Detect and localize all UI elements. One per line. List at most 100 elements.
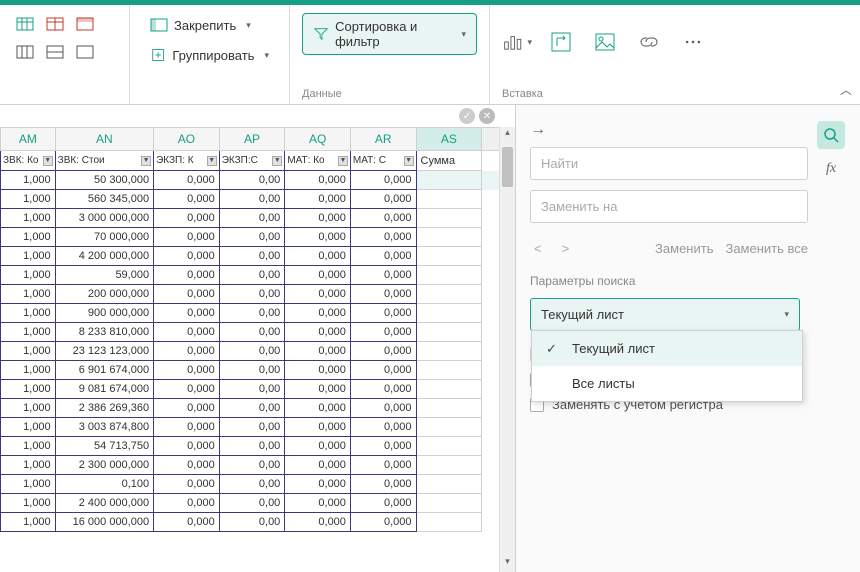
cell[interactable]: 0,000 <box>285 418 351 437</box>
cell[interactable]: 0,000 <box>154 247 220 266</box>
cell[interactable]: 1,000 <box>1 494 56 513</box>
cell[interactable]: 0,000 <box>154 171 220 190</box>
cell[interactable]: 0,000 <box>154 380 220 399</box>
ribbon-collapse-button[interactable]: ︿ <box>840 81 852 98</box>
cell[interactable]: 0,000 <box>154 190 220 209</box>
cell[interactable]: 0,100 <box>55 475 153 494</box>
cell[interactable]: 1,000 <box>1 342 56 361</box>
cell[interactable]: 0,000 <box>350 304 416 323</box>
column-header[interactable]: AQ <box>285 128 351 151</box>
cell[interactable] <box>416 285 482 304</box>
cell[interactable]: 0,000 <box>350 475 416 494</box>
cell[interactable]: 0,00 <box>219 247 285 266</box>
image-button[interactable] <box>590 27 620 57</box>
chart-button[interactable]: ▾ <box>502 27 532 57</box>
table-style-icon-2[interactable] <box>42 13 68 35</box>
cell[interactable] <box>416 494 482 513</box>
cell[interactable]: 0,00 <box>219 228 285 247</box>
cell[interactable]: 0,000 <box>285 190 351 209</box>
cell[interactable]: 0,00 <box>219 418 285 437</box>
cell[interactable]: 1,000 <box>1 285 56 304</box>
cell[interactable]: 0,000 <box>154 475 220 494</box>
vertical-scrollbar[interactable]: ▴ ▾ <box>499 127 515 572</box>
cell[interactable]: 0,000 <box>154 228 220 247</box>
cell[interactable]: 59,000 <box>55 266 153 285</box>
replace-input[interactable] <box>530 190 808 223</box>
cell[interactable]: 0,00 <box>219 361 285 380</box>
cell[interactable] <box>416 304 482 323</box>
cell[interactable]: 1,000 <box>1 380 56 399</box>
cell[interactable]: 0,000 <box>154 437 220 456</box>
cell[interactable]: 0,000 <box>350 266 416 285</box>
cell[interactable]: 0,000 <box>350 342 416 361</box>
cell[interactable]: 0,000 <box>285 513 351 532</box>
cell[interactable]: 0,00 <box>219 323 285 342</box>
cell[interactable]: 0,000 <box>154 399 220 418</box>
cell[interactable]: 0,000 <box>350 228 416 247</box>
cell[interactable]: 70 000,000 <box>55 228 153 247</box>
cell[interactable] <box>416 399 482 418</box>
scope-option-all[interactable]: Все листы <box>532 366 802 401</box>
cell[interactable]: 0,000 <box>154 266 220 285</box>
cell[interactable]: 0,000 <box>350 380 416 399</box>
cell[interactable] <box>416 342 482 361</box>
cell[interactable]: 0,00 <box>219 399 285 418</box>
cell[interactable]: 1,000 <box>1 456 56 475</box>
cell[interactable]: 0,000 <box>285 323 351 342</box>
link-button[interactable] <box>634 27 664 57</box>
cell[interactable]: 0,000 <box>285 285 351 304</box>
cell[interactable]: 2 400 000,000 <box>55 494 153 513</box>
cell[interactable]: 0,000 <box>154 456 220 475</box>
cell[interactable]: 0,00 <box>219 285 285 304</box>
column-filter[interactable]: МАТ: С▼ <box>350 151 416 171</box>
cell[interactable]: 1,000 <box>1 475 56 494</box>
cell[interactable]: 0,00 <box>219 190 285 209</box>
cell[interactable]: 0,000 <box>154 342 220 361</box>
cell[interactable]: 54 713,750 <box>55 437 153 456</box>
cell[interactable]: 0,000 <box>350 209 416 228</box>
cell[interactable]: 0,000 <box>350 190 416 209</box>
column-as-header[interactable]: Сумма <box>416 151 482 171</box>
cell[interactable]: 0,00 <box>219 209 285 228</box>
cell[interactable]: 1,000 <box>1 399 56 418</box>
cell[interactable]: 1,000 <box>1 304 56 323</box>
table-style-icon-5[interactable] <box>42 41 68 63</box>
cell[interactable]: 0,00 <box>219 304 285 323</box>
cell[interactable] <box>416 437 482 456</box>
scroll-thumb[interactable] <box>502 147 513 187</box>
column-filter[interactable]: МАТ: Ко▼ <box>285 151 351 171</box>
cell[interactable]: 50 300,000 <box>55 171 153 190</box>
find-input[interactable] <box>530 147 808 180</box>
cell[interactable]: 4 200 000,000 <box>55 247 153 266</box>
cell[interactable]: 0,00 <box>219 437 285 456</box>
cell[interactable] <box>416 380 482 399</box>
cell[interactable]: 0,000 <box>285 342 351 361</box>
cell[interactable]: 0,000 <box>285 380 351 399</box>
cell[interactable]: 0,00 <box>219 266 285 285</box>
cell[interactable] <box>416 266 482 285</box>
cell[interactable]: 0,000 <box>285 399 351 418</box>
cell[interactable] <box>416 190 482 209</box>
cell[interactable]: 0,000 <box>350 285 416 304</box>
cell[interactable]: 0,000 <box>350 494 416 513</box>
sort-filter-button[interactable]: Сортировка и фильтр ▾ <box>302 13 477 55</box>
cell[interactable]: 1,000 <box>1 418 56 437</box>
more-button[interactable] <box>678 27 708 57</box>
replace-all-button[interactable]: Заменить все <box>725 241 808 256</box>
scroll-up-arrow[interactable]: ▴ <box>500 127 515 143</box>
cell[interactable]: 0,000 <box>350 418 416 437</box>
cell[interactable] <box>416 475 482 494</box>
cell[interactable]: 1,000 <box>1 247 56 266</box>
cell[interactable] <box>416 171 482 190</box>
cell[interactable]: 6 901 674,000 <box>55 361 153 380</box>
cell[interactable]: 560 345,000 <box>55 190 153 209</box>
cell[interactable]: 0,000 <box>285 304 351 323</box>
cell[interactable]: 0,000 <box>285 209 351 228</box>
cell[interactable]: 1,000 <box>1 209 56 228</box>
cell[interactable]: 0,000 <box>285 266 351 285</box>
cell[interactable]: 1,000 <box>1 513 56 532</box>
cell[interactable]: 8 233 810,000 <box>55 323 153 342</box>
column-header[interactable]: AM <box>1 128 56 151</box>
cell[interactable]: 0,000 <box>154 323 220 342</box>
cell[interactable]: 0,00 <box>219 380 285 399</box>
